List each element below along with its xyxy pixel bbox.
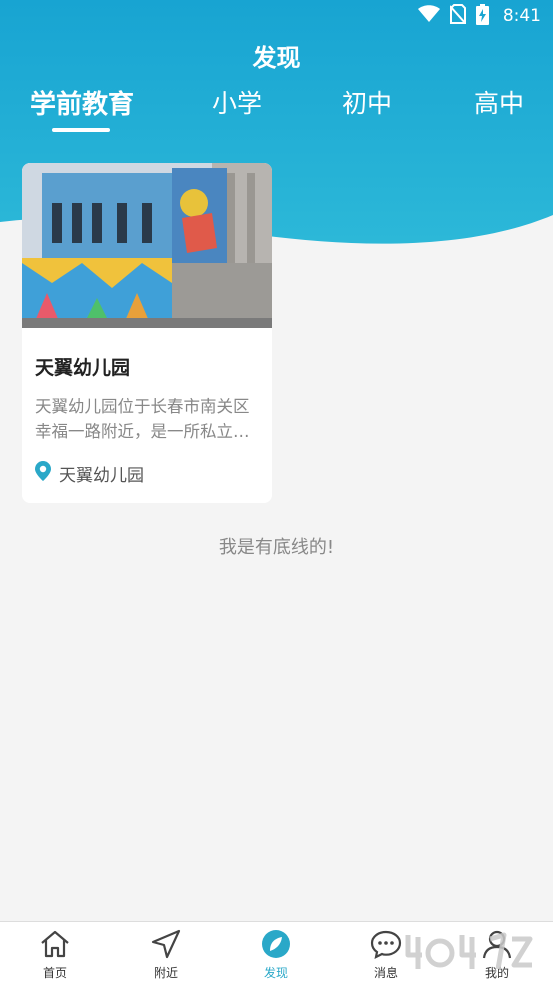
battery-charging-icon (475, 3, 489, 29)
nav-home-label: 首页 (42, 966, 67, 980)
compass-icon (236, 928, 316, 960)
location-label: 天翼幼儿园 (59, 466, 144, 486)
tab-middle-school[interactable]: 初中 (342, 84, 392, 120)
tab-high-school[interactable]: 高中 (474, 84, 524, 120)
location-pin-icon (35, 461, 51, 486)
end-of-list-note: 我是有底线的! (218, 537, 335, 558)
nav-home[interactable]: 首页 (15, 928, 95, 981)
nav-nearby[interactable]: 附近 (126, 928, 206, 981)
page-title: 发现 (252, 44, 301, 72)
nav-discover-label: 发现 (263, 966, 288, 980)
status-bar: 8:41 (0, 0, 553, 32)
tab-indicator (52, 128, 110, 132)
navigation-arrow-icon (126, 928, 206, 960)
tab-primary-school[interactable]: 小学 (212, 84, 262, 120)
no-sim-icon (449, 4, 467, 28)
nav-nearby-label: 附近 (153, 966, 178, 980)
nav-discover[interactable]: 发现 (236, 928, 316, 981)
tab-preschool[interactable]: 学前教育 (30, 84, 134, 121)
status-time: 8:41 (502, 6, 541, 26)
wifi-icon (417, 5, 440, 27)
school-description: 天翼幼儿园位于长春市南关区幸福一路附近，是一所私立… (35, 397, 250, 441)
category-tabs: 学前教育 小学 初中 高中 (0, 84, 553, 134)
school-location: 天翼幼儿园 (35, 461, 144, 486)
watermark-logo (405, 932, 533, 970)
school-card[interactable]: 天翼幼儿园 天翼幼儿园位于长春市南关区幸福一路附近，是一所私立… 天翼幼儿园 (22, 163, 272, 503)
school-photo (22, 163, 272, 328)
home-icon (15, 928, 95, 960)
school-name: 天翼幼儿园 (35, 357, 131, 379)
